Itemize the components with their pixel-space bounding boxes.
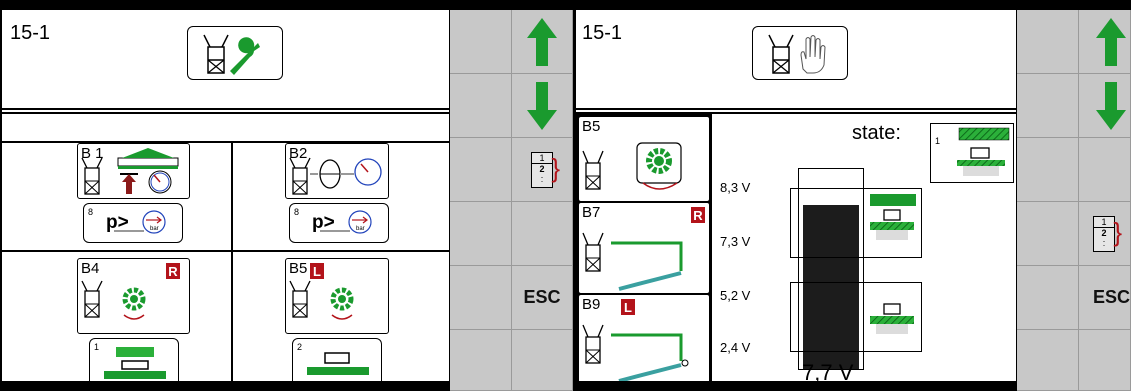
softkey-blank[interactable]	[1079, 138, 1131, 202]
page-title: 15-1	[582, 22, 623, 44]
right-panel: 15-1 B5 B7 R B9 L state: 1 8,3 V 7,3 V 5…	[576, 10, 1016, 381]
current-voltage-value: 7,7 V	[802, 360, 854, 381]
pressure-setting-b1[interactable]: 8 p> bar	[83, 203, 183, 243]
arrow-up-button[interactable]	[1079, 10, 1131, 74]
list-item-b9[interactable]: B9 L	[578, 294, 710, 381]
voltage-label: 5,2 V	[720, 288, 751, 303]
list-item-b7[interactable]: B7 R	[578, 202, 710, 294]
softkey-blank[interactable]	[1017, 74, 1079, 138]
softkey-blank[interactable]	[450, 330, 512, 391]
voltage-label: 7,3 V	[720, 234, 751, 249]
softkey-blank[interactable]	[450, 138, 512, 202]
sensor-tile-b4[interactable]: B4 R	[77, 258, 190, 334]
grid-line	[2, 250, 449, 252]
softkey-blank[interactable]	[450, 74, 512, 138]
softkey-blank[interactable]	[512, 330, 573, 391]
page-list-button[interactable]: 1 2 : }	[1079, 202, 1131, 266]
arrow-down-icon	[1096, 81, 1126, 130]
arrow-down-icon	[527, 81, 557, 130]
softkey-blank[interactable]	[1017, 202, 1079, 266]
arrow-up-icon	[527, 17, 557, 66]
voltage-label: 2,4 V	[720, 340, 751, 355]
softkey-blank[interactable]	[512, 202, 573, 266]
sensor-tile-b5[interactable]: B5 L	[285, 258, 389, 334]
softkey-blank[interactable]	[1079, 330, 1131, 391]
arrow-down-button[interactable]	[512, 74, 573, 138]
sensor-tile-b2[interactable]: B2	[285, 143, 389, 199]
upper-position-icon	[866, 194, 920, 248]
function-b4[interactable]: 1	[89, 338, 179, 381]
softkey-blank[interactable]	[1017, 10, 1079, 74]
esc-button[interactable]: ESC	[512, 266, 573, 330]
pressure-setting-b2[interactable]: 8 p> bar	[289, 203, 389, 243]
subtile-number: 8	[88, 207, 94, 217]
list-item-b5[interactable]: B5	[578, 116, 710, 202]
softkey-blank[interactable]	[450, 10, 512, 74]
softkey-blank[interactable]	[450, 202, 512, 266]
level-gauge-fill	[803, 205, 859, 369]
softkey-blank[interactable]	[1017, 266, 1079, 330]
svg-text:bar: bar	[356, 226, 365, 232]
softkey-blank[interactable]	[1017, 330, 1079, 391]
state-label: state:	[852, 122, 901, 144]
header-divider	[2, 108, 449, 114]
sensor-tile-b1[interactable]: B 1	[77, 143, 190, 199]
arrow-down-button[interactable]	[1079, 74, 1131, 138]
lower-position-icon	[866, 292, 920, 346]
arrow-up-button[interactable]	[512, 10, 573, 74]
softkey-blank[interactable]	[1017, 138, 1079, 202]
level-gauge	[798, 168, 864, 370]
service-mode-icon[interactable]	[187, 26, 283, 80]
page-list-icon: 1 2 : }	[531, 151, 560, 188]
page-list-icon: 1 2 : }	[1093, 215, 1122, 252]
softkey-blank[interactable]	[450, 266, 512, 330]
function-b5[interactable]: 2	[292, 338, 382, 381]
esc-button[interactable]: ESC	[1079, 266, 1131, 330]
softkey-column-right: 1 2 : } ESC	[1017, 10, 1131, 391]
subtile-number: 8	[294, 207, 300, 217]
arrow-up-icon	[1096, 17, 1126, 66]
left-panel: 15-1 B 1 8 p> bar B2 8 p> bar B4 R 1 B5 …	[2, 10, 449, 381]
voltage-label: 8,3 V	[720, 180, 751, 195]
page-list-button[interactable]: 1 2 : }	[512, 138, 573, 202]
manual-mode-icon[interactable]	[752, 26, 848, 80]
page-title: 15-1	[10, 22, 51, 44]
state-indicator: 1	[930, 123, 1014, 183]
grid-line	[231, 141, 233, 381]
svg-text:bar: bar	[150, 226, 159, 232]
softkey-column-left: 1 2 : } ESC	[450, 10, 573, 391]
